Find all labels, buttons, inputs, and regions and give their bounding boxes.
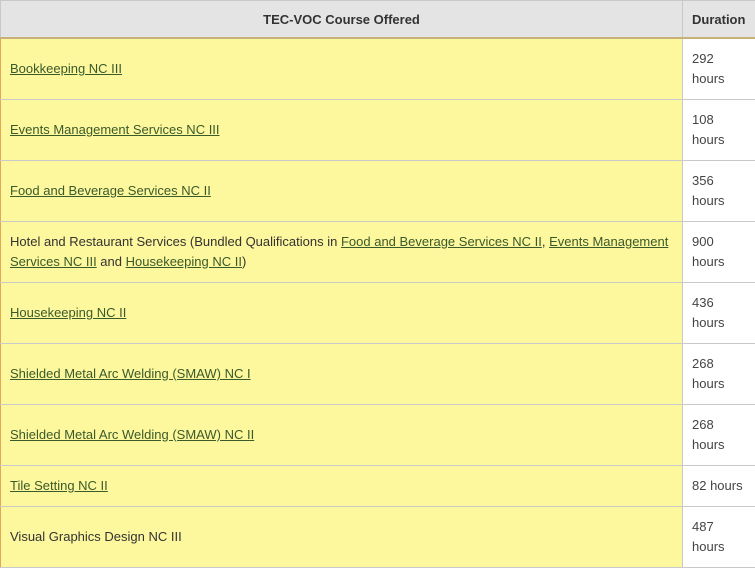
- table-row: Shielded Metal Arc Welding (SMAW) NC I 2…: [1, 344, 755, 405]
- duration-cell: 268 hours: [683, 344, 755, 405]
- course-link-bookkeeping[interactable]: Bookkeeping NC III: [10, 61, 122, 76]
- table-header-row: TEC-VOC Course Offered Duration: [1, 1, 755, 39]
- table-row: Bookkeeping NC III 292 hours: [1, 38, 755, 100]
- course-cell: Visual Graphics Design NC III: [1, 507, 683, 568]
- course-link-tile-setting[interactable]: Tile Setting NC II: [10, 478, 108, 493]
- duration-cell: 268 hours: [683, 405, 755, 466]
- course-cell: Housekeeping NC II: [1, 283, 683, 344]
- suffix-text: ): [242, 254, 246, 269]
- table-row: Housekeeping NC II 436 hours: [1, 283, 755, 344]
- course-link-smaw-nc1[interactable]: Shielded Metal Arc Welding (SMAW) NC I: [10, 366, 251, 381]
- course-cell: Events Management Services NC III: [1, 100, 683, 161]
- duration-cell: 900 hours: [683, 222, 755, 283]
- duration-cell: 487 hours: [683, 507, 755, 568]
- table-row: Events Management Services NC III 108 ho…: [1, 100, 755, 161]
- separator-text: and: [97, 254, 126, 269]
- course-link-smaw-nc2[interactable]: Shielded Metal Arc Welding (SMAW) NC II: [10, 427, 254, 442]
- course-link-food-beverage[interactable]: Food and Beverage Services NC II: [341, 234, 542, 249]
- separator-text: ,: [542, 234, 549, 249]
- duration-cell: 436 hours: [683, 283, 755, 344]
- table-row: Shielded Metal Arc Welding (SMAW) NC II …: [1, 405, 755, 466]
- course-cell: Bookkeeping NC III: [1, 38, 683, 100]
- course-link-events-management[interactable]: Events Management Services NC III: [10, 122, 220, 137]
- course-link-food-beverage[interactable]: Food and Beverage Services NC II: [10, 183, 211, 198]
- course-link-housekeeping[interactable]: Housekeeping NC II: [10, 305, 126, 320]
- table-row: Tile Setting NC II 82 hours: [1, 466, 755, 507]
- course-text: Hotel and Restaurant Services (Bundled Q…: [10, 234, 341, 249]
- course-cell: Tile Setting NC II: [1, 466, 683, 507]
- duration-cell: 292 hours: [683, 38, 755, 100]
- duration-cell: 108 hours: [683, 100, 755, 161]
- course-cell: Food and Beverage Services NC II: [1, 161, 683, 222]
- course-cell: Shielded Metal Arc Welding (SMAW) NC II: [1, 405, 683, 466]
- duration-cell: 356 hours: [683, 161, 755, 222]
- table-row: Food and Beverage Services NC II 356 hou…: [1, 161, 755, 222]
- course-link-housekeeping[interactable]: Housekeeping NC II: [126, 254, 242, 269]
- course-column-header: TEC-VOC Course Offered: [1, 1, 683, 39]
- duration-column-header: Duration: [683, 1, 755, 39]
- table-row: Visual Graphics Design NC III 487 hours: [1, 507, 755, 568]
- table-row: Hotel and Restaurant Services (Bundled Q…: [1, 222, 755, 283]
- duration-cell: 82 hours: [683, 466, 755, 507]
- course-cell: Shielded Metal Arc Welding (SMAW) NC I: [1, 344, 683, 405]
- courses-table: TEC-VOC Course Offered Duration Bookkeep…: [0, 0, 755, 568]
- course-cell: Hotel and Restaurant Services (Bundled Q…: [1, 222, 683, 283]
